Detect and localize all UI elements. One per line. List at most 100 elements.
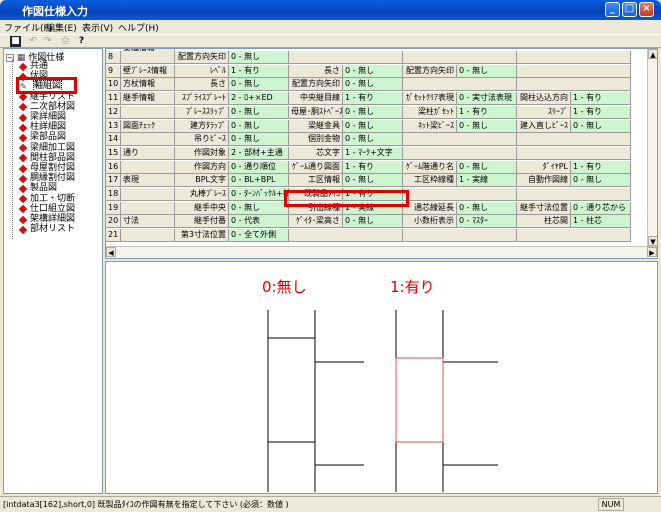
grid-field-value[interactable]: 0 - 無し <box>229 51 289 64</box>
grid-horizontal-scrollbar[interactable]: ◀ ▶ <box>106 246 657 258</box>
grid-field-value[interactable]: 1 - 有り <box>457 105 517 119</box>
grid-field-label: 継手寸法位置 <box>517 201 571 215</box>
grid-field-value[interactable]: 0 - 無し <box>343 64 403 78</box>
grid-field-value[interactable]: 0 - 通り芯から <box>571 201 631 215</box>
grid-field-value[interactable]: 0 - 無し <box>343 174 403 188</box>
collapse-icon[interactable]: − <box>6 53 14 62</box>
grid-field-label: BPL文字 <box>175 174 229 188</box>
grid-field-label: 丸棒ﾌﾞﾚｰｽ <box>175 188 229 201</box>
grid-field-value[interactable]: 2 - ﾛ+×ED <box>229 92 289 106</box>
grid-field-value[interactable]: 0 - 無し <box>229 133 289 147</box>
grid-field-value[interactable]: 1 - 有り <box>229 64 289 78</box>
grid-field-value[interactable]: 1 - 有り <box>571 160 631 174</box>
tree-item-label: 二次部材図 <box>30 101 76 112</box>
grid-field-label: 梁継金具 <box>289 119 343 133</box>
grid-field-value[interactable]: 0 - 無し <box>229 105 289 119</box>
grid-field-value[interactable]: 0 - ﾀｰﾝﾊﾞｯｸﾙ+棒 <box>229 188 289 201</box>
tree-item-label: 梁詳細図 <box>30 112 67 122</box>
grid-vertical-scrollbar[interactable]: ▲ ▼ <box>647 49 657 246</box>
grid-category <box>121 201 175 215</box>
spec-grid: 架構情報8配置方向矢印0 - 無し9壁ﾌﾞﾚｰｽ情報ﾚﾍﾞﾙ1 - 有り長さ0 … <box>105 48 658 259</box>
grid-field-value[interactable]: 0 - 代表 <box>229 215 289 229</box>
grid-field-value[interactable]: 1 - 有り <box>343 92 403 106</box>
grid-field-value[interactable]: 0 - 全て外側 <box>229 229 289 243</box>
grid-field-label: 工区情報 <box>289 174 343 188</box>
diamond-icon <box>18 154 28 163</box>
menu-help[interactable]: ヘルプ(H) <box>118 21 159 34</box>
grid-field-value[interactable]: 0 - 無し <box>229 201 289 215</box>
grid-field-label: 梁柱ｶﾞｾｯﾄ <box>403 105 457 119</box>
grid-field-value[interactable]: 0 - 無し <box>343 105 403 119</box>
grid-field-value[interactable]: 0 - 無し <box>457 160 517 174</box>
grid-field-label: 母屋･胴ｽﾄﾍﾟｰｽ <box>289 105 343 119</box>
diamond-icon <box>18 103 28 112</box>
tree-item-label: 共通 <box>30 61 49 71</box>
grid-field-value[interactable]: 0 - BL+BPL <box>229 174 289 188</box>
grid-field-value[interactable]: 0 - 通り順位 <box>229 160 289 174</box>
tree-item-label: 架構詳細図 <box>30 214 76 224</box>
grid-category <box>121 51 175 64</box>
grid-field-value[interactable]: 0 - 無し <box>343 133 403 147</box>
save-icon[interactable]: ■ <box>10 36 21 47</box>
grid-field-value[interactable]: 0 - 無し <box>343 119 403 133</box>
num-lock-indicator: NUM <box>598 498 624 511</box>
tree-item-label: 柱詳細図 <box>30 122 67 133</box>
grid-field-value[interactable]: 1 - ﾏｰｸ+文字 <box>343 146 403 160</box>
grid-field-value[interactable]: 1 - 有り <box>571 105 631 119</box>
grid-field-value[interactable]: 1 - 柱芯 <box>571 215 631 229</box>
menu-file[interactable]: ファイル(F) <box>4 21 52 34</box>
close-button[interactable]: × <box>639 2 654 17</box>
grid-field-label: ﾈｯﾄ梁ﾋﾟｰｽ <box>403 119 457 133</box>
grid-empty-cell <box>403 188 517 201</box>
tree-item-label: 仕口組立図 <box>30 203 76 214</box>
redo-icon[interactable]: ↷ <box>42 36 53 47</box>
grid-field-value[interactable]: 0 - 無し <box>457 64 517 78</box>
scroll-down-icon[interactable]: ▼ <box>648 236 657 246</box>
diamond-icon <box>18 62 28 71</box>
title-bar: 作図仕様入力 _ □ × <box>0 0 661 20</box>
minimize-button[interactable]: _ <box>605 2 620 17</box>
grid-field-label: 継手中央 <box>175 201 229 215</box>
row-number: 20 <box>106 215 121 229</box>
grid-field-value[interactable]: 0 - 無し <box>457 201 517 215</box>
row-number: 16 <box>106 160 121 174</box>
grid-field-value[interactable]: 0 - 無し <box>457 119 517 133</box>
tree-item-label: 梁部品図 <box>30 132 67 143</box>
grid-field-value[interactable]: 0 - 無し <box>229 119 289 133</box>
grid-field-label: 配置方向矢印 <box>289 78 343 92</box>
grid-field-label: 個別金物 <box>289 133 343 147</box>
grid-field-value[interactable]: 0 - ﾏｽﾀｰ <box>457 215 517 229</box>
scroll-left-icon[interactable]: ◀ <box>106 247 116 257</box>
grid-field-value[interactable]: 0 - 無し <box>571 119 631 133</box>
tree-root[interactable]: − ▦ 作図仕様 <box>6 50 64 63</box>
tree-item-label: 梁細加工図 <box>30 142 76 153</box>
grid-field-value[interactable]: 0 - 無し <box>229 78 289 92</box>
scroll-right-icon[interactable]: ▶ <box>647 247 657 257</box>
grid-field-value[interactable]: 2 - 部材+主通 <box>229 146 289 160</box>
scroll-up-icon[interactable]: ▲ <box>648 49 657 59</box>
row-number: 9 <box>106 64 121 78</box>
undo-icon[interactable]: ↶ <box>28 36 39 47</box>
grid-field-value[interactable]: 0 - 無し <box>571 174 631 188</box>
grid-field-label: 作図方向 <box>175 160 229 174</box>
help-icon[interactable]: ? <box>76 36 87 47</box>
grid-field-value[interactable]: 1 - 実線 <box>457 174 517 188</box>
row-number: 14 <box>106 133 121 147</box>
grid-field-value[interactable]: 0 - 無し <box>343 215 403 229</box>
grid-field-label: 作図対象 <box>175 146 229 160</box>
grid-field-label: 配置方向矢印 <box>175 51 229 64</box>
print-icon[interactable]: ⎙ <box>60 36 71 47</box>
grid-field-value[interactable]: 0 - 無し <box>343 78 403 92</box>
grid-field-value[interactable]: 1 - 有り <box>343 160 403 174</box>
diamond-icon <box>18 92 28 102</box>
cell-highlight <box>284 190 409 207</box>
grid-field-value[interactable]: 1 - 有り <box>571 92 631 106</box>
menu-edit[interactable]: 編集(E) <box>46 21 77 34</box>
maximize-button[interactable]: □ <box>622 2 637 17</box>
tree-item[interactable]: 部材リスト <box>18 224 75 235</box>
menu-view[interactable]: 表示(V) <box>82 21 113 34</box>
window-title: 作図仕様入力 <box>22 5 88 18</box>
grid-field-label: 工区枠線種 <box>403 174 457 188</box>
tree-item-label: 製品図 <box>30 183 58 194</box>
grid-field-value[interactable]: 0 - 実寸法表現 <box>457 92 517 106</box>
